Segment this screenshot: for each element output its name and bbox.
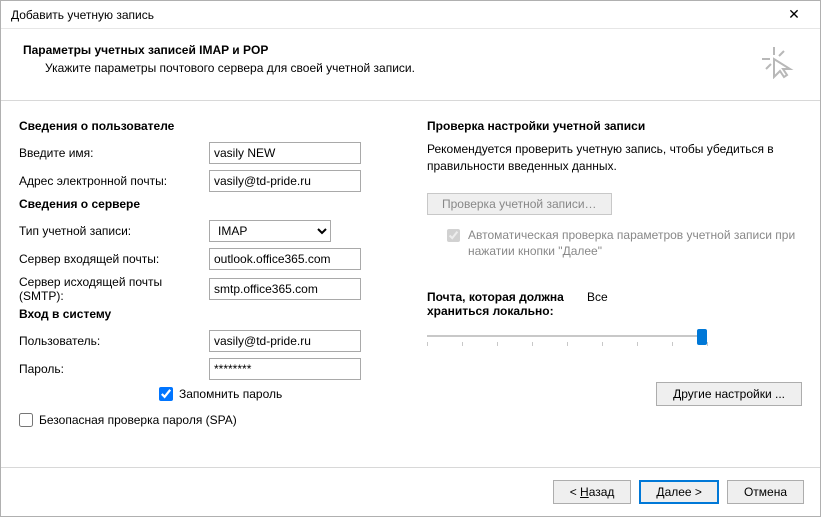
more-settings-button[interactable]: Другие настройки ... [656,382,802,406]
label-password: Пароль: [19,362,209,376]
auto-test-row: Автоматическая проверка параметров учетн… [427,227,802,261]
close-button[interactable]: ✕ [776,1,812,29]
account-type-select[interactable]: IMAP [209,220,331,242]
right-column: Проверка настройки учетной записи Рекоме… [427,115,802,457]
test-description: Рекомендуется проверить учетную запись, … [427,141,802,175]
remember-password-row[interactable]: Запомнить пароль [159,387,399,401]
label-outgoing: Сервер исходящей почты (SMTP): [19,275,209,303]
mail-retention-slider[interactable] [427,326,707,346]
dialog-header: Параметры учетных записей IMAP и POP Ука… [1,29,820,100]
account-dialog: Добавить учетную запись ✕ Параметры учет… [0,0,821,517]
window-title: Добавить учетную запись [11,8,154,22]
test-account-button: Проверка учетной записи… [427,193,612,215]
back-button[interactable]: < Назад [553,480,632,504]
user-input[interactable] [209,330,361,352]
auto-test-label: Автоматическая проверка параметров учетн… [468,227,802,261]
label-user: Пользователь: [19,334,209,348]
header-subtitle: Укажите параметры почтового сервера для … [23,61,415,75]
section-login: Вход в систему [19,307,399,321]
outgoing-server-input[interactable] [209,278,361,300]
auto-test-checkbox [447,229,460,242]
spa-label: Безопасная проверка пароля (SPA) [39,413,237,427]
dialog-body: Сведения о пользователе Введите имя: Адр… [1,100,820,468]
label-name: Введите имя: [19,146,209,160]
slider-label: Почта, которая должна храниться локально… [427,290,577,318]
spa-checkbox[interactable] [19,413,33,427]
close-icon: ✕ [788,6,800,23]
next-button[interactable]: Далее > [639,480,719,504]
titlebar: Добавить учетную запись ✕ [1,1,820,29]
section-test: Проверка настройки учетной записи [427,119,802,133]
incoming-server-input[interactable] [209,248,361,270]
left-column: Сведения о пользователе Введите имя: Адр… [19,115,399,457]
label-email: Адрес электронной почты: [19,174,209,188]
slider-value: Все [587,290,608,318]
slider-thumb[interactable] [697,329,707,345]
slider-track [427,335,707,337]
label-incoming: Сервер входящей почты: [19,252,209,266]
cancel-button[interactable]: Отмена [727,480,804,504]
password-input[interactable] [209,358,361,380]
section-server-info: Сведения о сервере [19,197,399,211]
remember-password-checkbox[interactable] [159,387,173,401]
remember-password-label: Запомнить пароль [179,387,282,401]
cursor-click-icon [760,45,794,82]
email-input[interactable] [209,170,361,192]
header-title: Параметры учетных записей IMAP и POP [23,43,415,57]
dialog-footer: < Назад Далее > Отмена [1,468,820,516]
name-input[interactable] [209,142,361,164]
label-account-type: Тип учетной записи: [19,224,209,238]
spa-row[interactable]: Безопасная проверка пароля (SPA) [19,413,399,427]
section-user-info: Сведения о пользователе [19,119,399,133]
